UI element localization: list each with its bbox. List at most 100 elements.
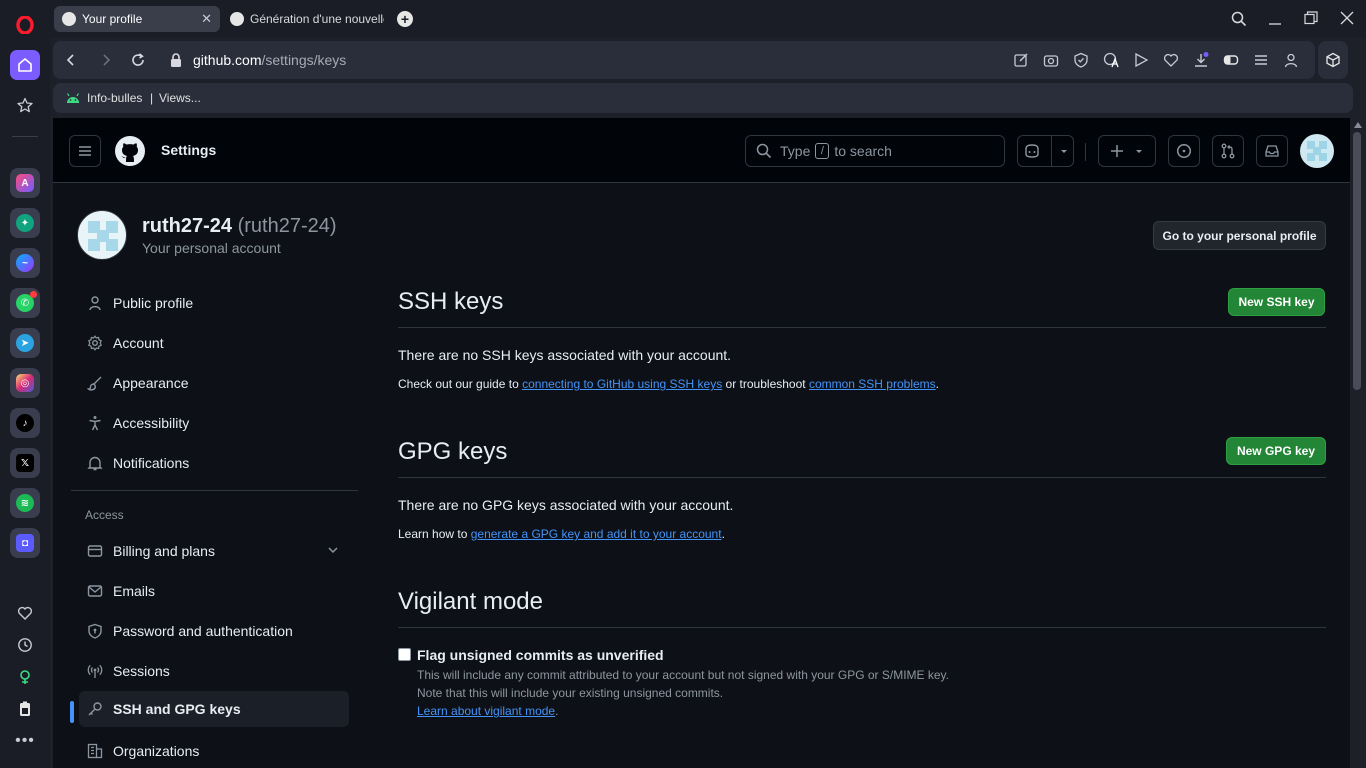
download-icon[interactable] (1193, 52, 1209, 68)
sidebar-item-label: SSH and GPG keys (113, 701, 241, 717)
section-divider (398, 327, 1326, 328)
camera-icon[interactable] (1043, 52, 1059, 68)
sidebar-item-billing[interactable]: Billing and plans (79, 533, 349, 569)
minimize-icon[interactable] (1268, 11, 1282, 32)
ssh-help-middle: or troubleshoot (725, 377, 806, 391)
heart-icon[interactable] (10, 598, 40, 628)
tiktok-app-icon[interactable]: ♪ (10, 408, 40, 438)
x-app-icon[interactable]: 𝕏 (10, 448, 40, 478)
url-text[interactable]: github.com/settings/keys (193, 51, 346, 69)
go-to-profile-button[interactable]: Go to your personal profile (1153, 221, 1326, 250)
sidebar-item-accessibility[interactable]: Accessibility (79, 405, 349, 441)
aria-app-icon[interactable]: A (10, 168, 40, 198)
sidebar-divider (71, 490, 358, 491)
new-gpg-key-button[interactable]: New GPG key (1226, 437, 1326, 465)
copilot-icon (1024, 144, 1039, 158)
search-tabs-icon[interactable] (1231, 11, 1247, 32)
bell-icon (87, 455, 103, 471)
vigilant-learn-link[interactable]: Learn about vigilant mode (417, 704, 555, 718)
shield-icon[interactable] (1073, 52, 1089, 68)
sidebar-item-notifications[interactable]: Notifications (79, 445, 349, 481)
page-title[interactable]: Settings (161, 142, 216, 158)
inbox-icon[interactable] (1256, 135, 1288, 167)
messenger-app-icon[interactable]: ~ (10, 248, 40, 278)
tab-generation[interactable]: Génération d'une nouvelle (222, 6, 384, 32)
github-logo-icon[interactable] (114, 135, 146, 172)
ssh-empty-message: There are no SSH keys associated with yo… (398, 347, 732, 363)
sidebar-item-ssh-gpg-keys[interactable]: SSH and GPG keys (79, 691, 349, 727)
chatgpt-app-icon[interactable]: ✦ (10, 208, 40, 238)
bookmark-info-bulles[interactable]: Info-bulles (87, 91, 142, 105)
sidebar-item-password[interactable]: Password and authentication (79, 613, 349, 649)
back-icon[interactable] (63, 52, 79, 68)
gpg-help-prefix: Learn how to (398, 527, 468, 541)
edit-icon[interactable] (1013, 52, 1029, 68)
hamburger-menu-icon[interactable] (69, 135, 101, 167)
vigilant-learn-end: . (555, 704, 559, 718)
new-ssh-key-button[interactable]: New SSH key (1228, 288, 1325, 316)
sidebar-item-account[interactable]: Account (79, 325, 349, 361)
wallet-app-icon[interactable]: ◘ (10, 528, 40, 558)
gpg-generate-link[interactable]: generate a GPG key and add it to your ac… (471, 527, 722, 541)
heart-outline-icon[interactable] (1163, 52, 1179, 68)
reload-icon[interactable] (130, 52, 146, 68)
ssh-guide-link[interactable]: connecting to GitHub using SSH keys (522, 377, 722, 391)
bookmark-views[interactable]: Views... (159, 91, 201, 105)
sidebar-item-organizations[interactable]: Organizations (79, 733, 349, 768)
star-icon[interactable] (10, 90, 40, 120)
battery-icon[interactable] (1223, 52, 1239, 68)
sidebar-item-label: Public profile (113, 295, 194, 311)
copilot-button[interactable] (1017, 135, 1074, 167)
gpg-empty-message: There are no GPG keys associated with yo… (398, 497, 734, 513)
avatar[interactable] (1300, 134, 1334, 168)
opera-logo-icon[interactable] (10, 10, 40, 40)
sidebar-item-label: Organizations (113, 743, 200, 759)
sidebar-item-label: Account (113, 335, 164, 351)
chevron-down-icon[interactable] (327, 543, 339, 559)
sidebar-item-sessions[interactable]: Sessions (79, 653, 349, 689)
instagram-app-icon[interactable]: ◎ (10, 368, 40, 398)
vigilant-checkbox[interactable] (398, 648, 411, 661)
search-shortcut-key: / (815, 143, 830, 159)
sidebar-item-public-profile[interactable]: Public profile (79, 285, 349, 321)
ssh-problems-link[interactable]: common SSH problems (809, 377, 936, 391)
profile-icon[interactable] (1283, 52, 1299, 68)
vigilant-mode-heading: Vigilant mode (398, 588, 543, 615)
pull-requests-icon[interactable] (1212, 135, 1244, 167)
issues-icon[interactable] (1168, 135, 1200, 167)
accessibility-icon (87, 415, 103, 431)
create-new-button[interactable] (1098, 135, 1156, 167)
new-tab-icon[interactable]: + (397, 11, 413, 27)
ssh-keys-heading: SSH keys (398, 288, 504, 315)
home-icon[interactable] (10, 50, 40, 80)
search-input[interactable]: Type / to search (745, 135, 1005, 167)
scrollbar-thumb[interactable] (1353, 132, 1361, 390)
whatsapp-app-icon[interactable]: ✆ (10, 288, 40, 318)
translate-icon[interactable] (1103, 52, 1119, 68)
close-tab-icon[interactable]: ✕ (201, 11, 212, 27)
extensions-icon[interactable] (1318, 41, 1348, 79)
close-window-icon[interactable] (1340, 11, 1354, 30)
lock-icon[interactable] (168, 52, 184, 68)
tab-title: Your profile (82, 12, 143, 26)
easy-setup-icon[interactable] (1253, 52, 1269, 68)
tab-your-profile[interactable]: Your profile ✕ (54, 6, 220, 32)
battery-saver-icon[interactable] (10, 694, 40, 724)
vpn-icon[interactable] (10, 662, 40, 692)
forward-icon[interactable] (98, 52, 114, 68)
more-icon[interactable]: ••• (10, 726, 40, 756)
scroll-up-icon[interactable] (1354, 122, 1362, 128)
history-icon[interactable] (10, 630, 40, 660)
profile-username[interactable]: ruth27-24 (142, 215, 232, 237)
shield-lock-icon (87, 623, 103, 639)
spotify-app-icon[interactable]: ≋ (10, 488, 40, 518)
vigilant-checkbox-label[interactable]: Flag unsigned commits as unverified (417, 647, 664, 663)
chevron-down-icon (1136, 150, 1142, 153)
telegram-app-icon[interactable]: ➤ (10, 328, 40, 358)
play-icon[interactable] (1133, 52, 1149, 68)
restore-icon[interactable] (1304, 11, 1318, 30)
sidebar-item-emails[interactable]: Emails (79, 573, 349, 609)
sidebar-item-appearance[interactable]: Appearance (79, 365, 349, 401)
sidebar-item-label: Password and authentication (113, 623, 293, 639)
search-icon (756, 143, 772, 159)
